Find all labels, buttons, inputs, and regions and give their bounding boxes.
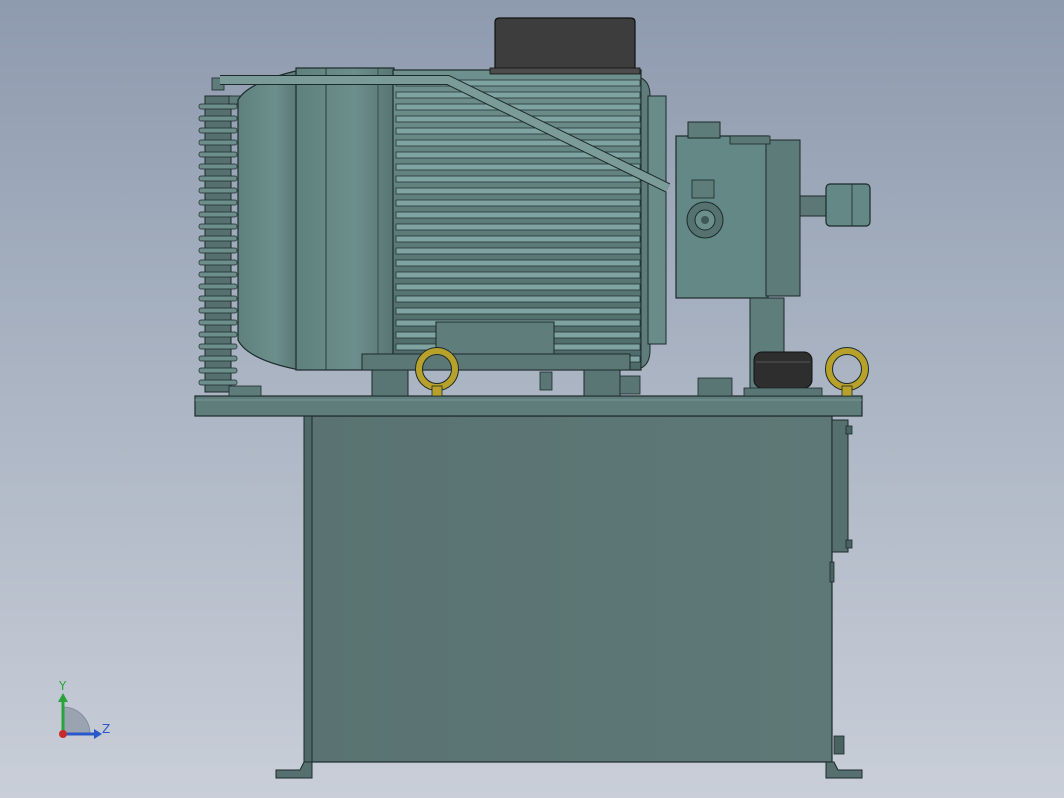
top-cover-plate[interactable] (194, 395, 863, 417)
triad-x-axis (59, 730, 67, 738)
hydraulic-pump[interactable] (675, 121, 801, 299)
breather-cap[interactable] (743, 351, 823, 397)
eyebolt-right[interactable] (825, 347, 869, 397)
motor-end-cap[interactable] (237, 67, 395, 371)
hydraulic-power-unit-model[interactable]: Y Z (0, 0, 1064, 798)
terminal-box[interactable] (489, 17, 641, 75)
reservoir-tank[interactable] (303, 415, 853, 763)
triad-quadrant (62, 706, 91, 735)
tank-foot-left (275, 761, 313, 779)
triad-y-label: Y (58, 679, 67, 693)
tank-foot-right (825, 761, 863, 779)
pressure-gauge[interactable] (799, 183, 871, 227)
cad-viewport[interactable]: Y Z (0, 0, 1064, 798)
triad-z-label: Z (102, 722, 110, 736)
orientation-triad: Y Z (58, 679, 110, 739)
